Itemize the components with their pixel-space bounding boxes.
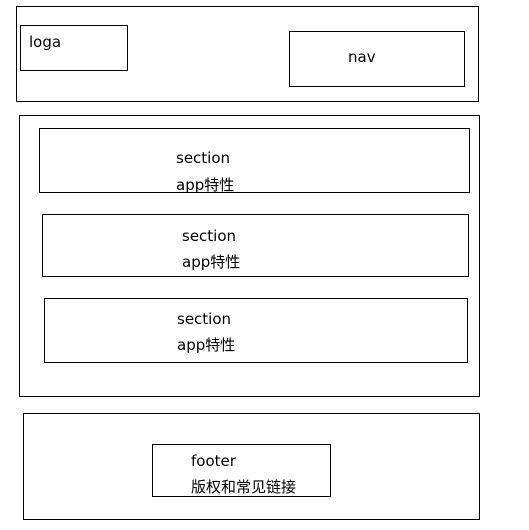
section-subtitle: app特性 — [177, 336, 236, 354]
footer-title: footer — [191, 452, 236, 470]
logo-label: loga — [29, 33, 62, 51]
section-title: section — [177, 310, 232, 328]
nav-label: nav — [348, 48, 376, 66]
section-subtitle: app特性 — [176, 176, 235, 194]
section-box — [39, 128, 470, 193]
footer-subtitle: 版权和常见链接 — [191, 478, 297, 496]
nav-box — [289, 31, 465, 87]
section-title: section — [176, 149, 231, 167]
section-box — [42, 214, 469, 277]
section-box — [44, 298, 468, 363]
section-title: section — [182, 227, 237, 245]
section-subtitle: app特性 — [182, 253, 241, 271]
